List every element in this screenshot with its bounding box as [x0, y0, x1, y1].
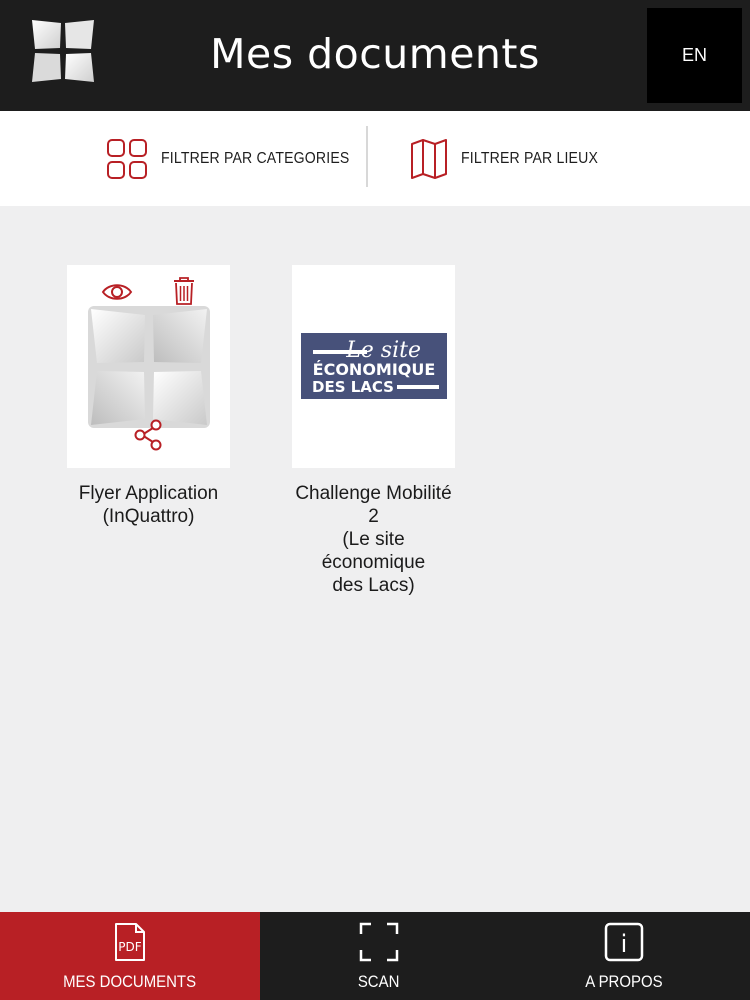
four-squares-logo-icon	[88, 306, 210, 428]
pdf-icon: PDF	[115, 923, 145, 961]
document-card[interactable]: Le site ÉCONOMIQUE DES LACS Challenge Mo…	[292, 265, 455, 597]
filter-categories-label: FILTRER PAR CATEGORIES	[161, 149, 350, 167]
share-icon[interactable]	[133, 419, 165, 451]
document-title: Flyer Application (InQuattro)	[67, 482, 230, 528]
document-thumbnail[interactable]	[67, 265, 230, 468]
tab-label: MES DOCUMENTS	[63, 972, 197, 991]
info-icon: i	[604, 922, 644, 962]
document-card[interactable]: Flyer Application (InQuattro)	[67, 265, 230, 528]
tab-label: A PROPOS	[585, 972, 663, 991]
tab-scan[interactable]: SCAN	[260, 912, 498, 1000]
grid-icon	[107, 138, 147, 179]
app-header: Mes documents EN	[0, 0, 750, 111]
scan-icon	[359, 922, 399, 962]
svg-text:i: i	[621, 930, 628, 958]
filter-categories-button[interactable]: FILTRER PAR CATEGORIES	[106, 111, 375, 206]
svg-text:PDF: PDF	[118, 940, 141, 954]
tab-a-propos[interactable]: i A PROPOS	[498, 912, 750, 1000]
svg-text:DES LACS: DES LACS	[312, 378, 394, 396]
document-title-line: (InQuattro)	[102, 506, 195, 527]
svg-text:ÉCONOMIQUE: ÉCONOMIQUE	[313, 360, 436, 379]
site-economique-logo: Le site ÉCONOMIQUE DES LACS	[301, 333, 447, 399]
document-title: Challenge Mobilité 2 (Le site économique…	[292, 482, 455, 597]
document-title-line: (Le site économique	[321, 529, 426, 573]
bottom-tab-bar: PDF MES DOCUMENTS SCAN i A PROPOS	[0, 912, 750, 1000]
eye-icon[interactable]	[101, 280, 133, 304]
document-title-line: Flyer Application	[78, 483, 219, 504]
page-title: Mes documents	[210, 30, 540, 78]
document-title-line: Challenge Mobilité 2	[295, 483, 452, 527]
filter-places-button[interactable]: FILTRER PAR LIEUX	[410, 111, 617, 206]
document-title-line: des Lacs)	[332, 575, 415, 596]
language-button[interactable]: EN	[647, 8, 742, 103]
trash-icon[interactable]	[172, 276, 196, 306]
filter-places-label: FILTRER PAR LIEUX	[461, 149, 599, 167]
filter-divider	[366, 126, 368, 187]
tab-label: SCAN	[358, 972, 400, 991]
document-thumbnail[interactable]: Le site ÉCONOMIQUE DES LACS	[292, 265, 455, 468]
tab-mes-documents[interactable]: PDF MES DOCUMENTS	[0, 912, 260, 1000]
map-icon	[411, 138, 447, 179]
filter-bar: FILTRER PAR CATEGORIES FILTRER PAR LIEUX	[0, 111, 750, 206]
